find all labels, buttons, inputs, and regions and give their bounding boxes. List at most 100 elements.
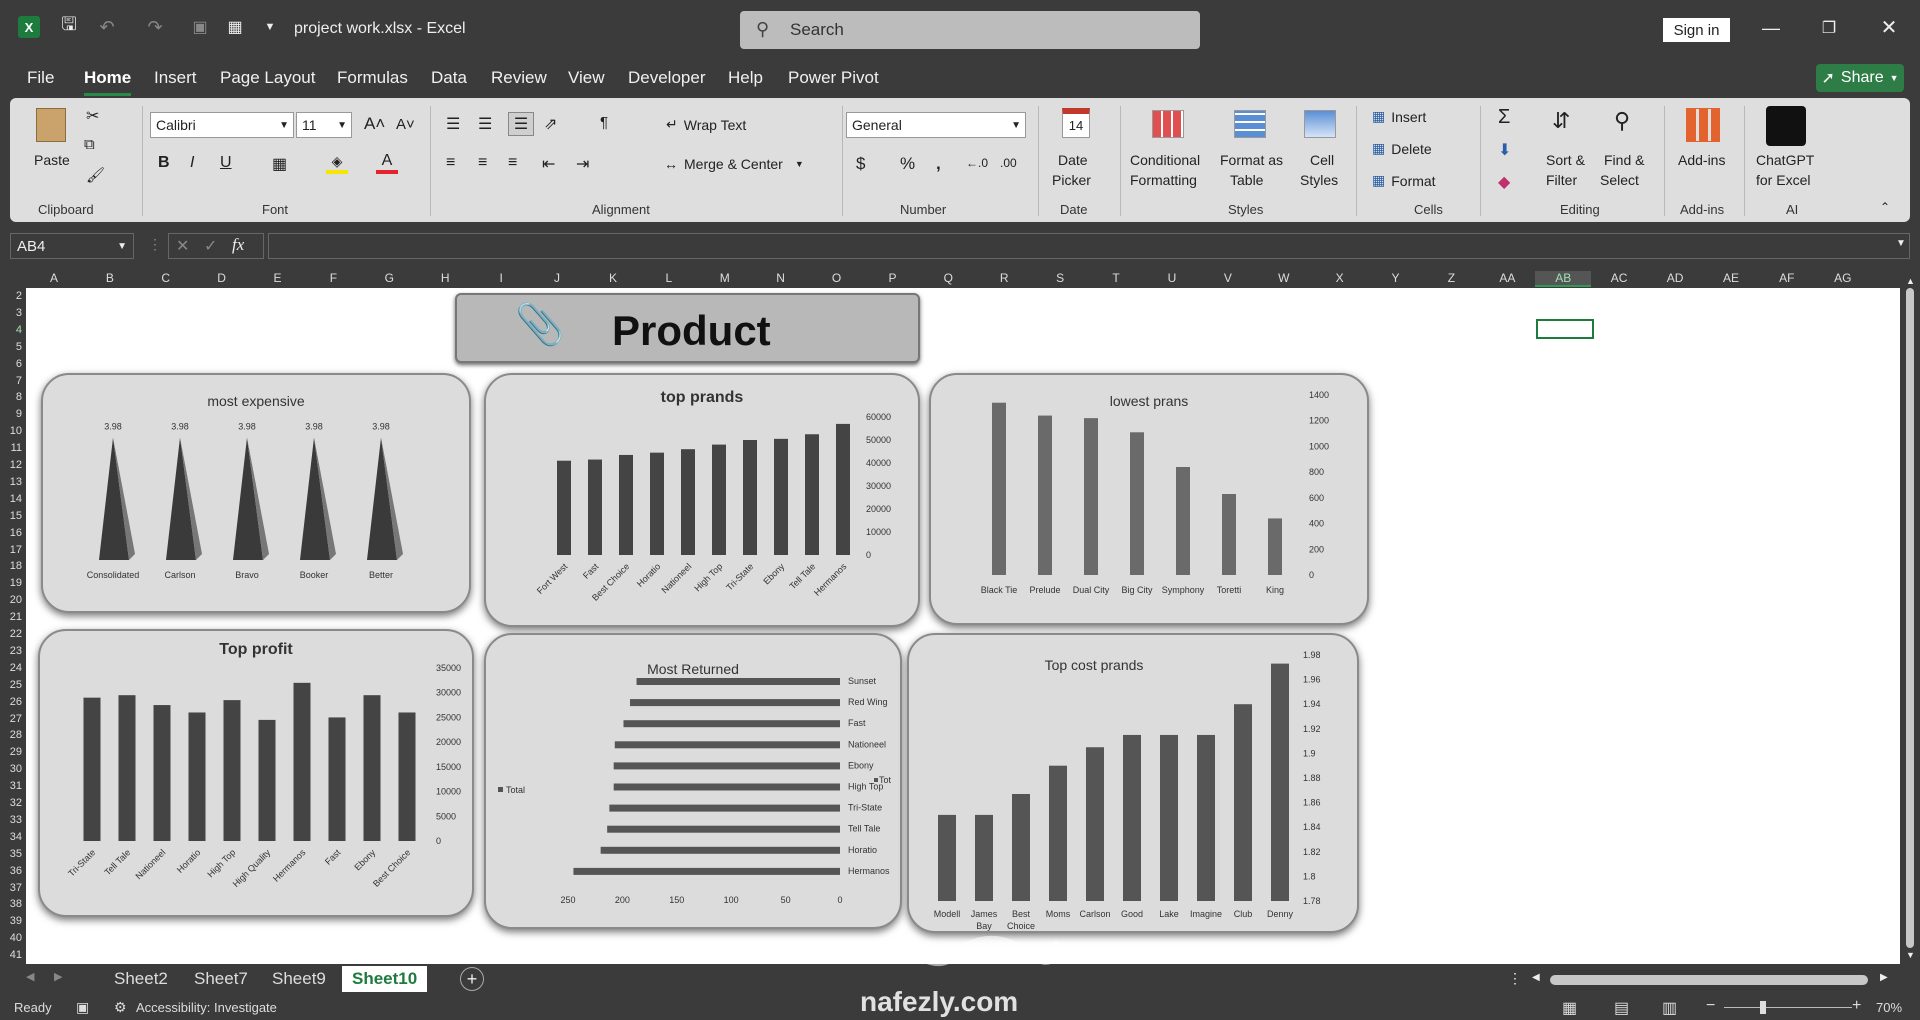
- row-header[interactable]: 2: [0, 290, 22, 302]
- font-size-select[interactable]: 11 ▼: [296, 112, 352, 138]
- decrease-indent-icon[interactable]: ⇤: [542, 154, 555, 174]
- column-header[interactable]: AE: [1703, 271, 1759, 285]
- find-select-icon[interactable]: ⚲: [1614, 108, 1630, 134]
- conditional-formatting-icon[interactable]: [1152, 110, 1184, 138]
- row-header[interactable]: 37: [0, 882, 22, 894]
- insert-cells-button[interactable]: ▦ Insert: [1372, 108, 1426, 125]
- cell-styles-line2[interactable]: Styles: [1300, 172, 1338, 188]
- paste-button[interactable]: Paste: [34, 152, 70, 168]
- menu-power-pivot[interactable]: Power Pivot: [788, 68, 879, 88]
- row-header[interactable]: 9: [0, 408, 22, 420]
- row-header[interactable]: 36: [0, 865, 22, 877]
- row-header[interactable]: 38: [0, 898, 22, 910]
- copy-icon[interactable]: ⧉: [84, 136, 95, 153]
- italic-button[interactable]: I: [190, 154, 194, 172]
- column-header[interactable]: D: [194, 271, 250, 285]
- decrease-font-icon[interactable]: A˅: [396, 116, 415, 133]
- column-header[interactable]: L: [641, 271, 697, 285]
- column-header[interactable]: J: [529, 271, 585, 285]
- zoom-in-icon[interactable]: +: [1852, 997, 1861, 1015]
- conditional-formatting-line1[interactable]: Conditional: [1130, 152, 1200, 168]
- align-left-icon[interactable]: ≡: [446, 154, 455, 172]
- row-header[interactable]: 4: [0, 324, 22, 336]
- restore-icon[interactable]: ❐: [1814, 16, 1844, 40]
- formula-input[interactable]: [268, 233, 1910, 259]
- row-header[interactable]: 31: [0, 780, 22, 792]
- confirm-entry-icon[interactable]: ✓: [204, 236, 217, 256]
- column-header[interactable]: P: [865, 271, 921, 285]
- more-options-icon[interactable]: ⋮: [148, 236, 162, 253]
- column-header[interactable]: X: [1312, 271, 1368, 285]
- row-header[interactable]: 12: [0, 459, 22, 471]
- row-header[interactable]: 35: [0, 848, 22, 860]
- sort-filter-line1[interactable]: Sort &: [1546, 152, 1585, 168]
- column-header[interactable]: T: [1088, 271, 1144, 285]
- sort-filter-icon[interactable]: ⇵: [1552, 108, 1570, 134]
- row-header[interactable]: 6: [0, 358, 22, 370]
- row-header[interactable]: 30: [0, 763, 22, 775]
- row-header[interactable]: 27: [0, 713, 22, 725]
- close-icon[interactable]: ✕: [1874, 14, 1904, 40]
- row-header[interactable]: 28: [0, 729, 22, 741]
- row-header[interactable]: 3: [0, 307, 22, 319]
- row-header[interactable]: 23: [0, 645, 22, 657]
- row-header[interactable]: 15: [0, 510, 22, 522]
- increase-indent-icon[interactable]: ⇥: [576, 154, 589, 174]
- scroll-up-icon[interactable]: ▲: [1906, 276, 1915, 286]
- underline-button[interactable]: U: [220, 154, 232, 172]
- decrease-decimal-icon[interactable]: .00: [1000, 156, 1017, 170]
- column-header[interactable]: C: [138, 271, 194, 285]
- clear-icon[interactable]: ◆: [1498, 172, 1510, 192]
- tab-sheet10[interactable]: Sheet10: [342, 966, 428, 992]
- currency-icon[interactable]: $: [856, 154, 865, 174]
- find-select-line2[interactable]: Select: [1600, 172, 1639, 188]
- fill-icon[interactable]: ⬇: [1498, 140, 1511, 160]
- menu-insert[interactable]: Insert: [154, 68, 197, 88]
- column-header[interactable]: Y: [1368, 271, 1424, 285]
- column-header[interactable]: B: [82, 271, 138, 285]
- row-header[interactable]: 24: [0, 662, 22, 674]
- row-header[interactable]: 40: [0, 932, 22, 944]
- row-header[interactable]: 5: [0, 341, 22, 353]
- column-header[interactable]: Q: [920, 271, 976, 285]
- align-center-icon[interactable]: ≡: [478, 154, 487, 172]
- format-painter-icon[interactable]: 🖌: [86, 166, 105, 184]
- row-header[interactable]: 34: [0, 831, 22, 843]
- row-header[interactable]: 19: [0, 577, 22, 589]
- tab-scroll-right-icon[interactable]: ▶: [54, 970, 62, 983]
- row-header[interactable]: 10: [0, 425, 22, 437]
- zoom-slider[interactable]: [1724, 1007, 1852, 1008]
- column-header[interactable]: U: [1144, 271, 1200, 285]
- column-header[interactable]: K: [585, 271, 641, 285]
- zoom-slider-thumb[interactable]: [1760, 1001, 1766, 1014]
- scroll-down-icon[interactable]: ▼: [1906, 950, 1915, 960]
- column-header[interactable]: Z: [1424, 271, 1480, 285]
- customize-toolbar-icon[interactable]: ▼: [262, 18, 278, 36]
- borders-icon[interactable]: ▦: [272, 154, 287, 174]
- undo-icon[interactable]: ↶: [92, 16, 122, 38]
- menu-page-layout[interactable]: Page Layout: [220, 68, 315, 88]
- bold-button[interactable]: B: [158, 154, 170, 172]
- align-bottom-icon[interactable]: ☰: [508, 112, 534, 136]
- menu-formulas[interactable]: Formulas: [337, 68, 408, 88]
- merge-center-button[interactable]: ↔ Merge & Center ▼: [664, 156, 804, 172]
- tab-sheet9[interactable]: Sheet9: [262, 966, 336, 992]
- search-box[interactable]: ⚲ Search: [740, 11, 1200, 49]
- cut-icon[interactable]: ✂: [86, 106, 99, 126]
- column-header[interactable]: N: [753, 271, 809, 285]
- align-right-icon[interactable]: ≡: [508, 154, 517, 172]
- menu-view[interactable]: View: [568, 68, 605, 88]
- worksheet[interactable]: 📎 Product most expensive 3.98 Consolidate…: [26, 288, 1900, 964]
- column-header[interactable]: O: [809, 271, 865, 285]
- form-icon[interactable]: ▦: [224, 16, 246, 38]
- orientation-icon[interactable]: ⇗: [544, 114, 557, 134]
- page-layout-view-icon[interactable]: ▤: [1614, 998, 1629, 1018]
- sign-in-button[interactable]: Sign in: [1663, 18, 1730, 42]
- save-icon[interactable]: 🖫: [58, 14, 80, 38]
- format-as-table-line1[interactable]: Format as: [1220, 152, 1283, 168]
- row-header[interactable]: 7: [0, 375, 22, 387]
- percent-icon[interactable]: %: [900, 154, 915, 174]
- column-header[interactable]: M: [697, 271, 753, 285]
- expand-formula-bar-icon[interactable]: ▼: [1896, 238, 1906, 249]
- column-header[interactable]: F: [306, 271, 362, 285]
